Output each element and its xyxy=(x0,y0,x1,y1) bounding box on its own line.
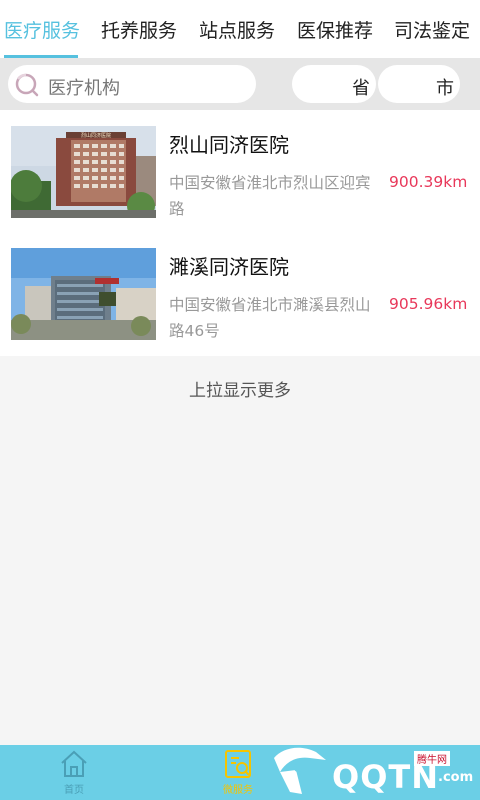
hospital-name: 烈山同济医院 xyxy=(169,133,289,157)
hospital-address: 中国安徽省淮北市濉溪县烈山路46号 xyxy=(169,296,371,340)
hospital-distance: 900.39km xyxy=(389,173,468,191)
nav-home-label: 首页 xyxy=(64,785,84,796)
province-label: 省 xyxy=(352,78,370,99)
site-watermark: QQTN 腾牛网 .com xyxy=(262,740,480,800)
tab-medical-service[interactable]: 医疗服务 xyxy=(4,16,80,43)
hospital-distance: 905.96km xyxy=(389,295,468,313)
search-filter-bar: 医疗机构 省 市 xyxy=(0,58,480,110)
hospital-sign-text: 烈山同济医院 xyxy=(81,132,111,139)
service-icon xyxy=(225,750,251,778)
watermark-suffix: .com xyxy=(438,770,474,785)
search-icon xyxy=(15,73,39,97)
list-item[interactable]: 烈山同济医院 烈山同济医院 中国安徽省淮北市烈山区迎宾路 900.39km xyxy=(0,110,480,232)
watermark-badge: 腾牛网 xyxy=(414,751,450,766)
hospital-photo xyxy=(11,248,156,340)
nav-home[interactable]: 首页 xyxy=(44,749,104,799)
hospital-name: 濉溪同济医院 xyxy=(169,255,289,279)
tab-judicial-appraisal[interactable]: 司法鉴定 xyxy=(394,16,470,43)
hospital-list: 烈山同济医院 烈山同济医院 中国安徽省淮北市烈山区迎宾路 900.39km 濉溪… xyxy=(0,110,480,356)
home-icon xyxy=(61,750,87,777)
tab-care-service[interactable]: 托养服务 xyxy=(101,16,177,43)
nav-micro-service-label: 微服务 xyxy=(223,785,253,796)
search-input[interactable]: 医疗机构 xyxy=(8,65,256,103)
province-select[interactable]: 省 xyxy=(292,65,376,103)
hospital-photo: 烈山同济医院 xyxy=(11,126,156,218)
hospital-address: 中国安徽省淮北市烈山区迎宾路 xyxy=(169,174,371,218)
nav-micro-service[interactable]: 微服务 xyxy=(208,749,268,799)
city-select[interactable]: 市 xyxy=(378,65,460,103)
tab-station-service[interactable]: 站点服务 xyxy=(199,16,275,43)
list-item[interactable]: 濉溪同济医院 中国安徽省淮北市濉溪县烈山路46号 905.96km xyxy=(0,232,480,354)
city-label: 市 xyxy=(436,78,454,99)
tab-insurance-recommend[interactable]: 医保推荐 xyxy=(297,16,373,43)
search-placeholder: 医疗机构 xyxy=(48,78,120,99)
watermark-logo-icon xyxy=(274,747,326,794)
category-tab-bar: 医疗服务 托养服务 站点服务 医保推荐 司法鉴定 xyxy=(0,0,480,58)
load-more-hint[interactable]: 上拉显示更多 xyxy=(0,376,480,401)
